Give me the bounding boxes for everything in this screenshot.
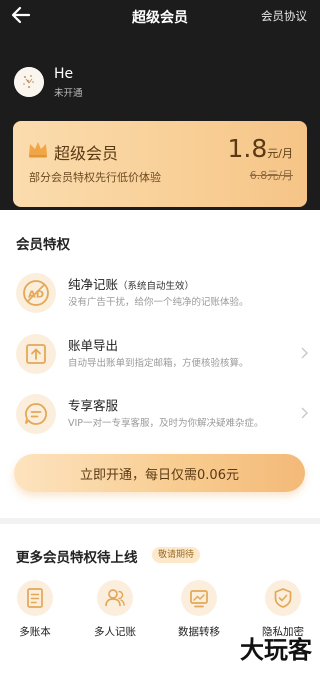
- watermark-logo: 大玩客: [240, 636, 312, 664]
- privilege-description: 自动导出账单到指定邮箱，方便核验核算。: [68, 358, 249, 369]
- feature-label: 数据转移: [178, 626, 220, 638]
- activate-button-label: 立即开通，每日仅需0.06元: [80, 468, 239, 483]
- feature-label: 多人记账: [94, 626, 136, 638]
- coming-soon-badge: 敬请期待: [152, 547, 201, 563]
- privilege-title: 纯净记账（系统自动生效）: [68, 277, 195, 292]
- crown-icon: [29, 142, 47, 158]
- ad-free-icon: AD: [16, 273, 56, 313]
- activate-now-button[interactable]: 立即开通，每日仅需0.06元: [14, 454, 305, 492]
- chevron-right-icon: [301, 347, 308, 359]
- price: 1.8元/月: [228, 134, 293, 163]
- membership-status: 未开通: [54, 88, 83, 99]
- avatar-doodle-icon: [14, 67, 44, 97]
- transfer-icon: [181, 580, 217, 616]
- privilege-description: 没有广告干扰，给你一个纯净的记账体验。: [68, 297, 249, 308]
- price-value: 1.8: [227, 134, 268, 163]
- privilege-title: 账单导出: [68, 338, 119, 353]
- feature-label: 多账本: [19, 626, 51, 638]
- notebook-icon: [17, 580, 53, 616]
- upcoming-features-title: 更多会员特权待上线: [16, 550, 138, 566]
- privilege-item-ad-free[interactable]: AD 纯净记账（系统自动生效） 没有广告干扰，给你一个纯净的记账体验。: [0, 270, 320, 322]
- avatar[interactable]: [14, 67, 44, 97]
- original-price: 6.8元/月: [249, 169, 293, 182]
- feature-multi-user[interactable]: 多人记账: [90, 580, 140, 639]
- users-icon: [97, 580, 133, 616]
- header-area: 超级会员 会员协议 He 未开通 超级会员 部分会员特权先行低价体验 1.8元/…: [0, 0, 320, 210]
- price-unit: 元/月: [267, 147, 293, 160]
- chat-icon: [16, 394, 56, 434]
- privilege-item-vip-service[interactable]: 专享客服 VIP一对一专享客服，及时为你解决疑难杂症。: [0, 391, 320, 443]
- shield-icon: [265, 580, 301, 616]
- card-title: 超级会员: [54, 144, 119, 163]
- privilege-title: 专享客服: [68, 398, 119, 413]
- member-agreement-link[interactable]: 会员协议: [261, 8, 307, 24]
- privileges-title: 会员特权: [16, 237, 70, 253]
- user-name: He: [54, 66, 74, 82]
- top-bar: 超级会员 会员协议: [0, 0, 320, 32]
- export-icon: [16, 334, 56, 374]
- privilege-description: VIP一对一专享客服，及时为你解决疑难杂症。: [68, 418, 264, 429]
- card-description: 部分会员特权先行低价体验: [29, 171, 161, 184]
- feature-data-transfer[interactable]: 数据转移: [174, 580, 224, 639]
- feature-multi-ledger[interactable]: 多账本: [10, 580, 60, 639]
- privilege-item-bill-export[interactable]: 账单导出 自动导出账单到指定邮箱，方便核验核算。: [0, 331, 320, 383]
- chevron-right-icon: [301, 407, 308, 419]
- super-member-card[interactable]: 超级会员 部分会员特权先行低价体验 1.8元/月 6.8元/月: [13, 121, 307, 207]
